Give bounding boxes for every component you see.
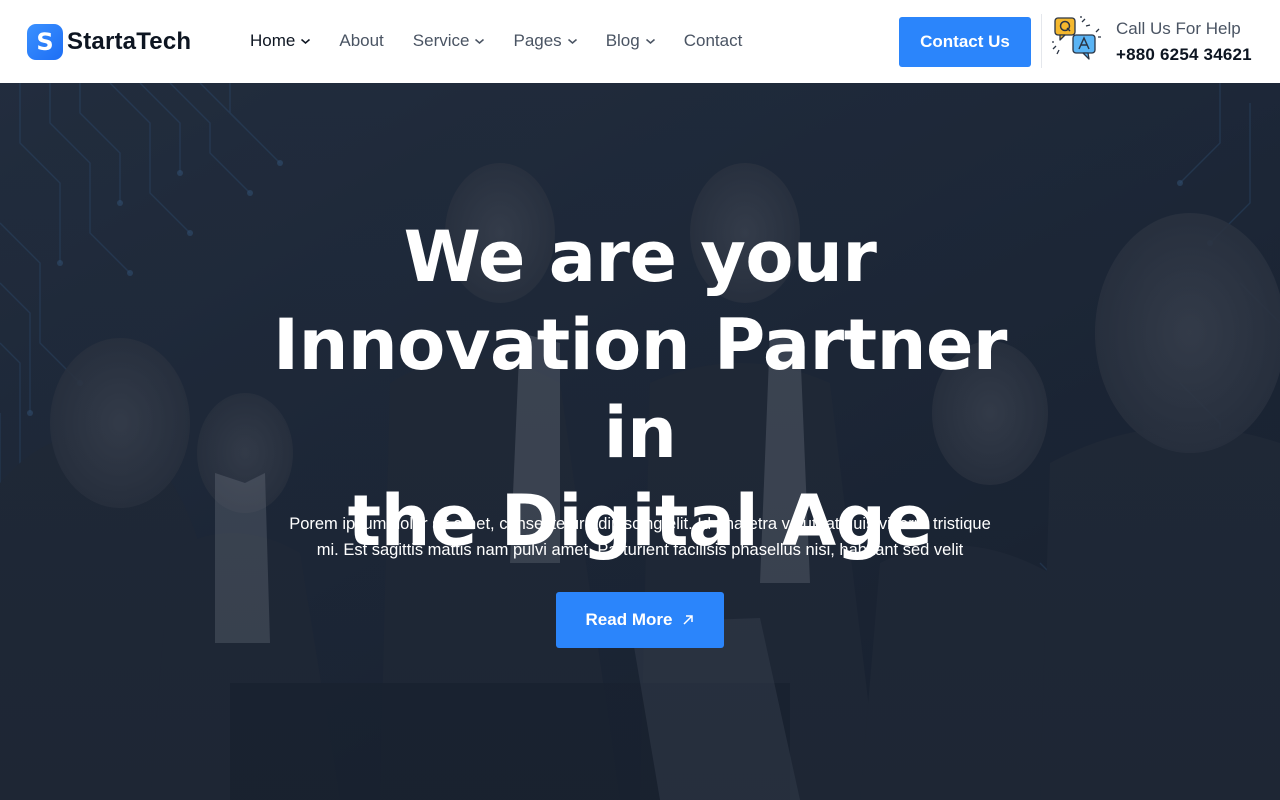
chevron-down-icon: [567, 36, 577, 46]
nav-item-label: Service: [412, 31, 470, 50]
chevron-down-icon: [645, 36, 655, 46]
arrow-up-right-icon: [682, 614, 694, 626]
help-contact: Call Us For Help +880 6254 34621: [1116, 19, 1252, 65]
hero-description-line: mi. Est sagittis mattis nam pulvi amet. …: [316, 541, 964, 559]
help-label: Call Us For Help: [1116, 19, 1241, 38]
nav-item-contact[interactable]: Contact: [684, 29, 743, 53]
contact-us-button[interactable]: Contact Us: [899, 17, 1031, 67]
nav-item-label: Blog: [605, 31, 640, 50]
chevron-down-icon: [300, 36, 311, 46]
nav-item-label: About: [339, 31, 384, 50]
nav-item-about[interactable]: About: [339, 29, 383, 53]
hero-section: We are your Innovation Partner in the Di…: [0, 83, 1280, 800]
nav-item-label: Contact: [683, 31, 743, 50]
help-phone-number[interactable]: +880 6254 34621: [1116, 45, 1252, 65]
hero-content: We are your Innovation Partner in the Di…: [0, 83, 1280, 800]
brand-name: StartaTech: [67, 28, 192, 55]
nav-item-blog[interactable]: Blog: [606, 29, 655, 53]
read-more-button[interactable]: Read More: [556, 592, 724, 648]
hero-title-line: We are your: [403, 216, 877, 298]
hero-description-line: Porem ipsum dolor sit amet, consectetur …: [289, 515, 991, 533]
hero-description: Porem ipsum dolor sit amet, consectetur …: [260, 511, 1020, 563]
site-header: S StartaTech Home About Service Pages Bl…: [0, 0, 1280, 83]
nav-item-service[interactable]: Service: [413, 29, 485, 53]
read-more-label: Read More: [585, 610, 673, 629]
brand-logo[interactable]: S StartaTech: [27, 24, 191, 60]
logo-mark-icon: S: [27, 24, 63, 60]
nav-item-pages[interactable]: Pages: [513, 29, 577, 53]
qa-chat-icon: [1051, 16, 1102, 66]
chevron-down-icon: [474, 36, 485, 46]
nav-item-label: Pages: [513, 31, 562, 50]
nav-item-label: Home: [250, 31, 296, 50]
main-nav: Home About Service Pages Blog Contact: [250, 29, 771, 53]
hero-title-line: Innovation Partner in: [273, 304, 1007, 474]
nav-item-home[interactable]: Home: [250, 29, 311, 53]
header-divider: [1041, 14, 1042, 68]
